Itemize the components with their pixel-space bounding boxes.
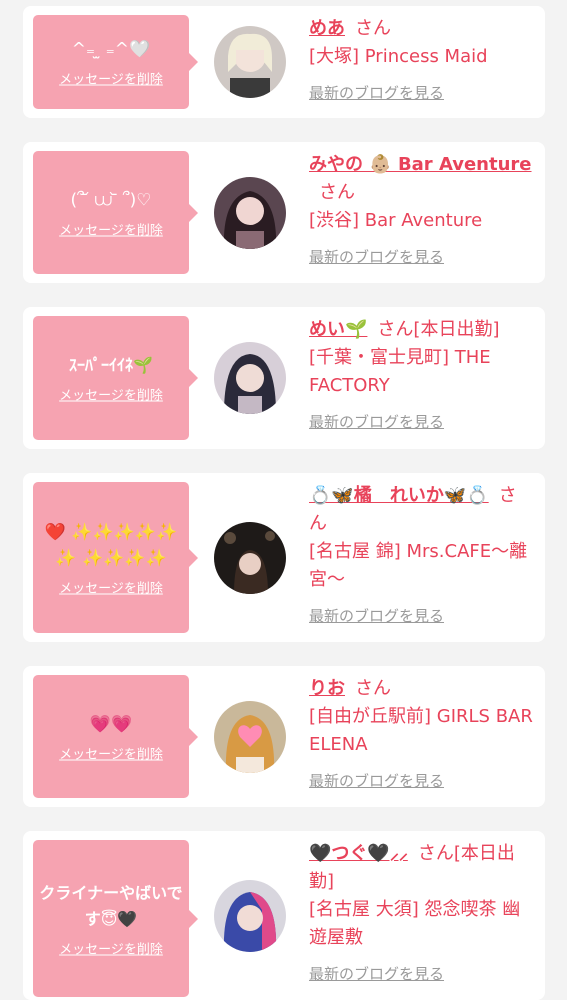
cast-name-link[interactable]: りお (309, 678, 345, 699)
honorific: さん (355, 678, 391, 699)
delete-message-link[interactable]: メッセージを削除 (59, 385, 163, 404)
latest-blog-link[interactable]: 最新のブログを見る (309, 408, 444, 436)
profile-info: めあ さん [大塚] Princess Maid 最新のブログを見る (309, 15, 533, 107)
shop-name: [渋谷] Bar Aventure (309, 210, 483, 231)
honorific: さん (377, 319, 414, 340)
delete-message-link[interactable]: メッセージを削除 (59, 577, 163, 596)
latest-blog-link[interactable]: 最新のブログを見る (309, 243, 444, 271)
cast-name-link[interactable]: みやの 👶🏼 Bar Aventure (309, 154, 532, 175)
message-card: ^₌ ̫ ₌^🤍 メッセージを削除 めあ さん [大塚] Princess Mai… (23, 6, 545, 118)
avatar[interactable] (214, 176, 286, 249)
message-text: ｽｰﾊﾟｰｲｲﾈ🌱 (69, 355, 153, 375)
shop-name: [名古屋 大須] 怨念喫茶 幽遊屋敷 (309, 899, 521, 948)
message-text: 💗💗 (89, 714, 133, 734)
message-card: ｽｰﾊﾟｰｲｲﾈ🌱 メッセージを削除 めい🌱 さん[本日出勤] [千葉・富士見町]… (23, 307, 545, 449)
delete-message-link[interactable]: メッセージを削除 (59, 938, 163, 957)
message-bubble: ^₌ ̫ ₌^🤍 メッセージを削除 (33, 15, 198, 109)
message-bubble: 💗💗 メッセージを削除 (33, 675, 198, 798)
profile-info: 💍🦋橘 れいか🦋💍 さん [名古屋 錦] Mrs.CAFE〜離宮〜 最新のブログを… (309, 482, 533, 630)
shop-name: [名古屋 錦] Mrs.CAFE〜離宮〜 (309, 541, 528, 590)
shop-name: [大塚] Princess Maid (309, 46, 488, 67)
profile-info: 🖤つぐ🖤⸝⸝ さん[本日出勤] [名古屋 大須] 怨念喫茶 幽遊屋敷 最新のブログ… (309, 840, 533, 988)
cast-name-link[interactable]: 💍🦋橘 れいか🦋💍 (309, 485, 489, 506)
avatar[interactable] (214, 521, 286, 594)
latest-blog-link[interactable]: 最新のブログを見る (309, 602, 444, 630)
avatar[interactable] (214, 342, 286, 414)
shop-name: [自由が丘駅前] GIRLS BAR ELENA (309, 706, 533, 755)
message-bubble: (՞ ᷄ ⩊ ᷅ ՞)♡ メッセージを削除 (33, 151, 198, 274)
message-text: クライナーやばいです😇🖤 (39, 883, 183, 928)
latest-blog-link[interactable]: 最新のブログを見る (309, 960, 444, 988)
avatar[interactable] (214, 26, 286, 98)
cast-name-link[interactable]: めい🌱 (309, 319, 367, 340)
message-bubble: ❤️ ✨✨✨✨✨✨ ✨✨✨✨ メッセージを削除 (33, 482, 198, 633)
honorific: さん (417, 843, 454, 864)
profile-info: りお さん [自由が丘駅前] GIRLS BAR ELENA 最新のブログを見る (309, 675, 533, 795)
profile-info: めい🌱 さん[本日出勤] [千葉・富士見町] THE FACTORY 最新のブログ… (309, 316, 533, 436)
message-text: (՞ ᷄ ⩊ ᷅ ՞)♡ (70, 190, 152, 210)
cast-name-link[interactable]: 🖤つぐ🖤⸝⸝ (309, 843, 408, 864)
message-card: クライナーやばいです😇🖤 メッセージを削除 🖤つぐ🖤⸝⸝ さん[本日出勤] [名古… (23, 831, 545, 1000)
message-card: ❤️ ✨✨✨✨✨✨ ✨✨✨✨ メッセージを削除 💍🦋橘 れいか🦋💍 さん [名古屋… (23, 473, 545, 642)
profile-info: みやの 👶🏼 Bar Aventureさん [渋谷] Bar Aventure … (309, 151, 533, 271)
status-tag: [本日出勤] (413, 319, 500, 340)
message-text: ❤️ ✨✨✨✨✨✨ ✨✨✨✨ (44, 522, 178, 568)
cast-name-link[interactable]: めあ (309, 18, 345, 39)
message-bubble: クライナーやばいです😇🖤 メッセージを削除 (33, 840, 198, 997)
honorific: さん (319, 182, 355, 203)
shop-name: [千葉・富士見町] THE FACTORY (309, 347, 491, 396)
delete-message-link[interactable]: メッセージを削除 (59, 219, 163, 238)
message-card: (՞ ᷄ ⩊ ᷅ ՞)♡ メッセージを削除 みやの 👶🏼 Bar Aventur… (23, 142, 545, 283)
message-text: ^₌ ̫ ₌^🤍 (71, 39, 151, 60)
avatar[interactable] (214, 700, 286, 773)
honorific: さん (355, 18, 391, 39)
latest-blog-link[interactable]: 最新のブログを見る (309, 767, 444, 795)
avatar[interactable] (214, 879, 286, 952)
message-bubble: ｽｰﾊﾟｰｲｲﾈ🌱 メッセージを削除 (33, 316, 198, 440)
latest-blog-link[interactable]: 最新のブログを見る (309, 79, 444, 107)
message-card: 💗💗 メッセージを削除 りお さん [自由が丘駅前] GIRLS BAR ELEN… (23, 666, 545, 807)
delete-message-link[interactable]: メッセージを削除 (59, 743, 163, 762)
delete-message-link[interactable]: メッセージを削除 (59, 69, 163, 88)
